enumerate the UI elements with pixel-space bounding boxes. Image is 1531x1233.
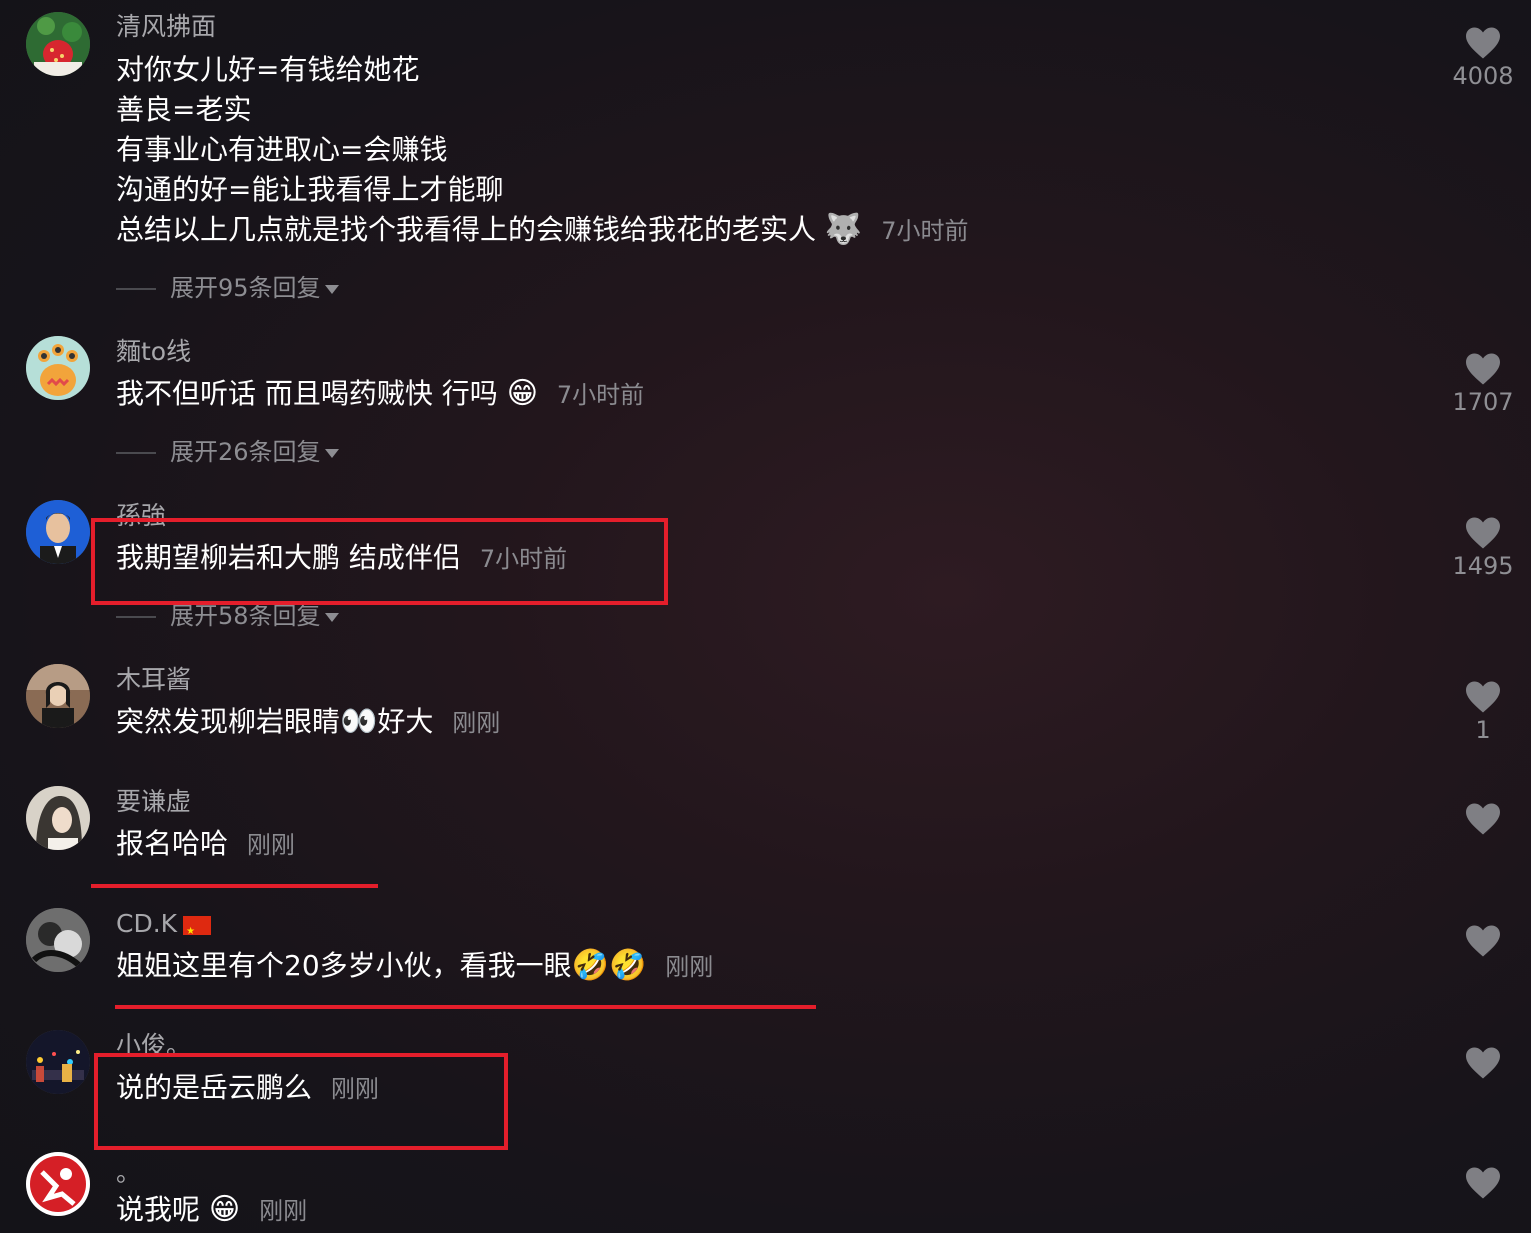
avatar[interactable] xyxy=(26,336,90,400)
highlight-underline xyxy=(115,1005,816,1009)
expand-replies-button[interactable]: 展开95条回复 xyxy=(116,273,339,303)
comment-text-body: 突然发现柳岩眼睛 xyxy=(116,705,341,738)
username-text: CD.K xyxy=(116,909,178,938)
expand-replies-label: 展开58条回复 xyxy=(170,602,321,630)
avatar[interactable] xyxy=(26,1152,90,1216)
like-count: 1 xyxy=(1475,716,1491,744)
expand-replies-button[interactable]: 展开26条回复 xyxy=(116,437,339,467)
comment-time: 刚刚 xyxy=(452,709,501,737)
grin-emoji-icon: 😁 xyxy=(506,376,538,411)
like-button[interactable] xyxy=(1447,802,1519,836)
comment-text-body: 说我呢 xyxy=(116,1193,201,1226)
comment-time: 刚刚 xyxy=(665,953,714,981)
heart-icon xyxy=(1466,353,1500,385)
comment-text: 突然发现柳岩眼睛👀好大 刚刚 xyxy=(116,702,500,743)
username[interactable]: CD.K xyxy=(116,909,212,947)
comment-text-line: 对你女儿好=有钱给她花 xyxy=(116,53,420,86)
comment-time: 刚刚 xyxy=(259,1197,308,1225)
like-count: 4008 xyxy=(1452,62,1514,90)
like-button[interactable]: 4008 xyxy=(1447,26,1519,90)
heart-icon xyxy=(1466,1047,1500,1079)
heart-icon xyxy=(1466,681,1500,713)
username[interactable]: 木耳酱 xyxy=(116,665,191,695)
comment-time: 7小时前 xyxy=(556,381,645,409)
comment-text-body: 我不但听话 而且喝药贼快 行吗 xyxy=(116,377,498,410)
comment-text-line: 总结以上几点就是找个我看得上的会赚钱给我花的老实人 xyxy=(116,213,817,246)
comment-text-line: 有事业心有进取心=会赚钱 xyxy=(116,133,448,166)
avatar[interactable] xyxy=(26,786,90,850)
comment-time: 刚刚 xyxy=(246,831,295,859)
comment-text-body: 好大 xyxy=(377,705,434,738)
divider xyxy=(116,452,156,454)
comment-time: 7小时前 xyxy=(881,217,969,245)
heart-icon xyxy=(1466,27,1500,59)
avatar[interactable] xyxy=(26,908,90,972)
comment-text-line: 善良=老实 xyxy=(116,93,252,126)
username[interactable]: 。 xyxy=(116,1158,141,1188)
like-button[interactable]: 1707 xyxy=(1447,352,1519,416)
avatar[interactable] xyxy=(26,500,90,564)
like-button[interactable] xyxy=(1447,924,1519,958)
like-button[interactable] xyxy=(1447,1166,1519,1200)
highlight-underline xyxy=(91,884,378,888)
like-count: 1707 xyxy=(1452,388,1514,416)
avatar[interactable] xyxy=(26,12,90,76)
eyes-emoji-icon: 👀 xyxy=(340,704,378,739)
triangle-down-icon xyxy=(324,448,339,458)
heart-icon xyxy=(1466,1167,1500,1199)
like-count: 1495 xyxy=(1452,552,1514,580)
heart-icon xyxy=(1466,803,1500,835)
china-flag-icon xyxy=(183,915,212,947)
like-button[interactable]: 1495 xyxy=(1447,516,1519,580)
highlight-box xyxy=(91,518,668,605)
triangle-down-icon xyxy=(324,612,339,622)
comment-text: 报名哈哈 刚刚 xyxy=(116,824,295,865)
heart-icon xyxy=(1466,517,1500,549)
comment-text: 姐姐这里有个20多岁小伙，看我一眼🤣🤣 刚刚 xyxy=(116,946,713,987)
triangle-down-icon xyxy=(324,284,339,294)
like-button[interactable] xyxy=(1447,1046,1519,1080)
expand-replies-button[interactable]: 展开58条回复 xyxy=(116,601,339,631)
username[interactable]: 要谦虚 xyxy=(116,787,191,817)
highlight-box xyxy=(94,1053,508,1150)
username[interactable]: 麵to线 xyxy=(116,337,191,367)
comment-text-body: 姐姐这里有个20多岁小伙，看我一眼 xyxy=(116,949,572,982)
like-button[interactable]: 1 xyxy=(1447,680,1519,744)
expand-replies-label: 展开95条回复 xyxy=(170,274,321,302)
avatar[interactable] xyxy=(26,1030,90,1094)
divider xyxy=(116,288,156,290)
avatar[interactable] xyxy=(26,664,90,728)
comment-text: 总结以上几点就是找个我看得上的会赚钱给我花的老实人 🐺 7小时前 xyxy=(116,210,968,251)
username[interactable]: 清风拂面 xyxy=(116,12,216,42)
comment-text-line: 沟通的好=能让我看得上才能聊 xyxy=(116,173,504,206)
comment-text: 我不但听话 而且喝药贼快 行吗 😁 7小时前 xyxy=(116,374,644,415)
grin-emoji-icon: 😁 xyxy=(208,1192,241,1227)
expand-replies-label: 展开26条回复 xyxy=(170,438,321,466)
divider xyxy=(116,616,156,618)
comment-text-body: 报名哈哈 xyxy=(116,827,229,860)
wolf-emoji-icon: 🐺 xyxy=(824,212,863,247)
rofl-emoji-icon: 🤣🤣 xyxy=(571,948,647,983)
heart-icon xyxy=(1466,925,1500,957)
comment-text: 说我呢 😁 刚刚 xyxy=(116,1190,307,1231)
